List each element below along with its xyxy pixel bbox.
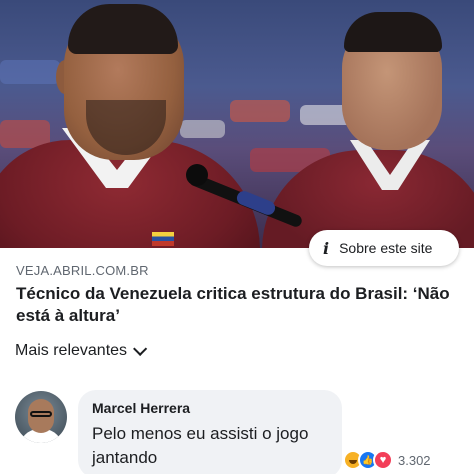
chevron-down-icon xyxy=(133,341,148,356)
background-banner xyxy=(230,100,290,122)
comment-bubble: Marcel Herrera Pelo menos eu assisti o j… xyxy=(78,390,342,474)
comment-text: Pelo menos eu assisti o jogo jantando xyxy=(92,424,309,467)
reaction-summary[interactable]: 3.302 xyxy=(343,450,431,470)
flag-icon xyxy=(152,232,174,246)
about-site-button[interactable]: i Sobre este site xyxy=(309,230,459,266)
background-banner xyxy=(180,120,225,138)
player-hair xyxy=(344,12,442,52)
coach-hair xyxy=(68,4,178,54)
background-banner xyxy=(0,60,60,84)
comment-sort-label: Mais relevantes xyxy=(15,342,128,359)
avatar[interactable] xyxy=(15,391,67,443)
microphone-head xyxy=(186,164,208,186)
reaction-count: 3.302 xyxy=(398,452,431,468)
love-reaction-icon xyxy=(373,450,393,470)
avatar-glasses xyxy=(30,411,52,417)
about-site-label: Sobre este site xyxy=(339,240,433,256)
link-headline[interactable]: Técnico da Venezuela critica estrutura d… xyxy=(16,283,456,327)
comment-sort-dropdown[interactable]: Mais relevantes xyxy=(15,341,148,360)
link-info[interactable]: VEJA.ABRIL.COM.BR Técnico da Venezuela c… xyxy=(16,263,456,327)
comment-author[interactable]: Marcel Herrera xyxy=(92,400,328,416)
link-source-domain: VEJA.ABRIL.COM.BR xyxy=(16,263,149,278)
info-icon: i xyxy=(323,238,330,258)
link-preview-image[interactable] xyxy=(0,0,474,248)
